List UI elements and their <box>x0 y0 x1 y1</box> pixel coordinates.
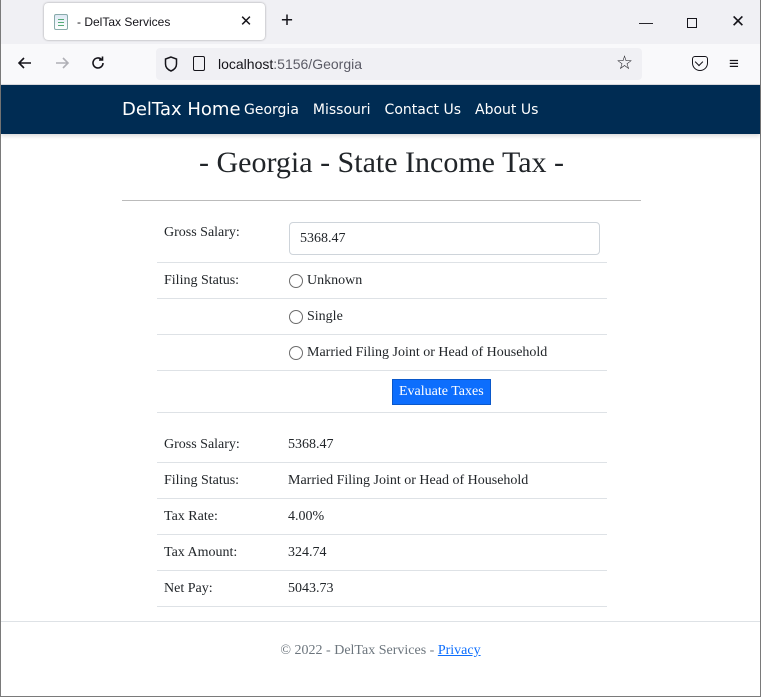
page-title: - Georgia - State Income Tax - <box>199 146 564 179</box>
reload-icon[interactable] <box>85 52 111 78</box>
result-label: Tax Amount: <box>164 545 238 560</box>
nav-link-about[interactable]: About Us <box>475 85 538 135</box>
back-arrow-icon[interactable] <box>12 52 38 78</box>
nav-links: Georgia Missouri Contact Us About Us <box>244 85 538 135</box>
forward-arrow-icon[interactable] <box>49 52 75 78</box>
result-value: 5043.73 <box>288 581 334 596</box>
gross-salary-input[interactable]: 5368.47 <box>289 222 600 255</box>
result-row: Tax Amount: 324.74 <box>157 535 607 571</box>
footer-divider <box>1 621 760 622</box>
filing-status-label: Filing Status: <box>164 273 240 288</box>
result-label: Net Pay: <box>164 581 213 596</box>
url-host: localhost <box>218 56 274 72</box>
radio-circle-icon[interactable] <box>289 346 303 360</box>
radio-circle-icon[interactable] <box>289 274 303 288</box>
browser-tab[interactable]: - DelTax Services ✕ <box>44 3 265 40</box>
browser-window: - DelTax Services ✕ + — ✕ localhost:5156… <box>0 0 761 697</box>
privacy-link[interactable]: Privacy <box>438 643 481 658</box>
nav-link-missouri[interactable]: Missouri <box>313 85 371 135</box>
shield-icon[interactable] <box>164 56 178 72</box>
new-tab-button[interactable]: + <box>275 10 299 34</box>
result-value: Married Filing Joint or Head of Househol… <box>288 473 529 488</box>
radio-unknown[interactable]: Unknown <box>289 273 362 289</box>
form-row-salary: Gross Salary: 5368.47 <box>157 212 607 263</box>
form-row-filing-single: Single <box>157 299 607 335</box>
site-navbar: DelTax Home Georgia Missouri Contact Us … <box>1 85 760 134</box>
pocket-icon[interactable] <box>692 56 708 71</box>
radio-married-label[interactable]: Married Filing Joint or Head of Househol… <box>307 345 547 361</box>
footer: © 2022 - DelTax Services - Privacy <box>1 643 760 659</box>
tax-form: Gross Salary: 5368.47 Filing Status: Unk… <box>157 212 607 413</box>
radio-unknown-label[interactable]: Unknown <box>307 273 362 289</box>
evaluate-taxes-button[interactable]: Evaluate Taxes <box>392 379 491 405</box>
radio-married[interactable]: Married Filing Joint or Head of Househol… <box>289 345 547 361</box>
tab-strip: - DelTax Services ✕ + — ✕ <box>1 0 760 44</box>
nav-link-georgia[interactable]: Georgia <box>244 85 299 135</box>
url-path: :5156/Georgia <box>273 56 362 72</box>
brand-link[interactable]: DelTax Home <box>122 85 241 135</box>
form-row-submit: Evaluate Taxes <box>157 371 607 413</box>
result-row: Gross Salary: 5368.47 <box>157 427 607 463</box>
result-value: 324.74 <box>288 545 327 560</box>
browser-toolbar: localhost:5156/Georgia ☆ ≡ <box>1 44 760 85</box>
url-text[interactable]: localhost:5156/Georgia <box>218 48 362 80</box>
radio-single-label[interactable]: Single <box>307 309 343 325</box>
result-label: Gross Salary: <box>164 437 240 452</box>
gross-salary-label: Gross Salary: <box>164 225 240 240</box>
page-favicon-icon <box>54 13 68 30</box>
maximize-icon <box>687 18 697 29</box>
close-window-button[interactable]: ✕ <box>726 10 750 34</box>
hamburger-menu-icon[interactable]: ≡ <box>729 52 745 76</box>
result-value: 4.00% <box>288 509 325 524</box>
maximize-window-button[interactable] <box>680 10 704 34</box>
footer-copyright: © 2022 - DelTax Services - <box>280 643 438 658</box>
radio-circle-icon[interactable] <box>289 310 303 324</box>
page-info-icon[interactable] <box>193 56 205 71</box>
bookmark-star-icon[interactable]: ☆ <box>616 48 633 80</box>
url-bar[interactable]: localhost:5156/Georgia ☆ <box>156 48 642 80</box>
radio-single[interactable]: Single <box>289 309 343 325</box>
minimize-window-button[interactable]: — <box>634 10 658 34</box>
result-row: Net Pay: 5043.73 <box>157 571 607 607</box>
close-tab-icon[interactable]: ✕ <box>236 12 256 32</box>
nav-link-contact[interactable]: Contact Us <box>385 85 461 135</box>
form-row-filing-unknown: Filing Status: Unknown <box>157 263 607 299</box>
result-value: 5368.47 <box>288 437 334 452</box>
results-table: Gross Salary: 5368.47 Filing Status: Mar… <box>157 427 607 607</box>
divider <box>122 200 641 201</box>
result-label: Filing Status: <box>164 473 240 488</box>
tab-title: - DelTax Services <box>77 14 171 29</box>
form-row-filing-married: Married Filing Joint or Head of Househol… <box>157 335 607 371</box>
result-row: Filing Status: Married Filing Joint or H… <box>157 463 607 499</box>
result-row: Tax Rate: 4.00% <box>157 499 607 535</box>
result-label: Tax Rate: <box>164 509 218 524</box>
